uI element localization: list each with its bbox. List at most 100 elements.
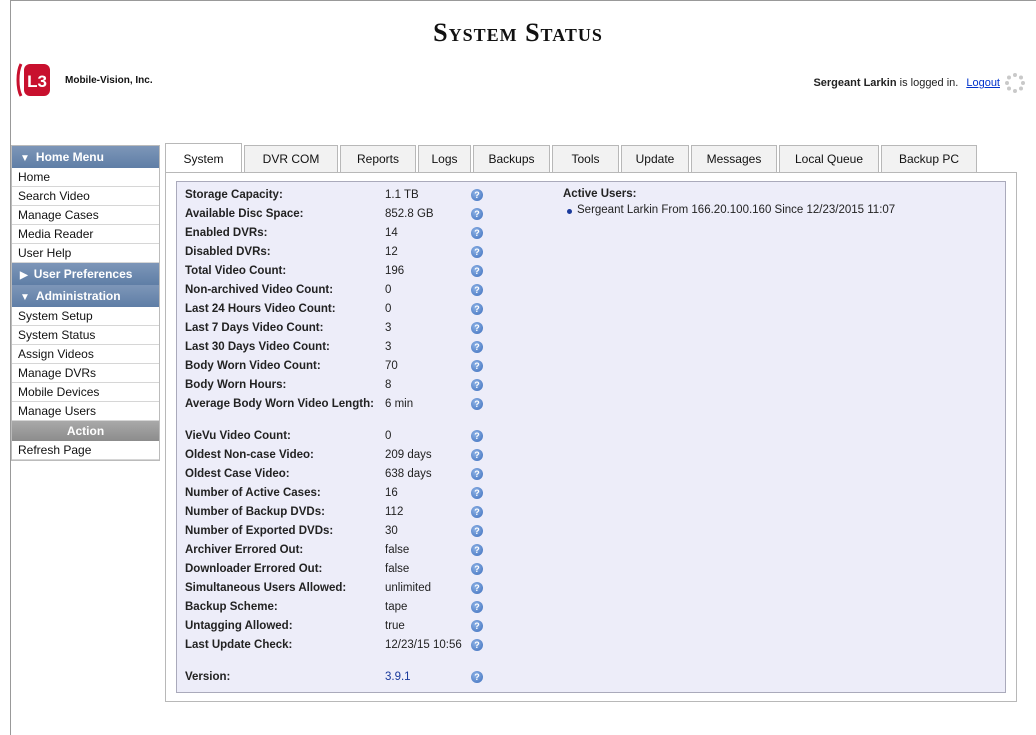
sidebar-item-manage-users[interactable]: Manage Users — [12, 402, 159, 421]
stat-label: Downloader Errored Out: — [185, 563, 323, 575]
bullet-icon — [567, 209, 572, 214]
help-circle-icon[interactable]: ? — [471, 601, 483, 613]
stat-value: 12/23/15 10:56 — [385, 639, 462, 651]
system-status-panel: Storage Capacity: 1.1 TB? Available Disc S… — [176, 181, 1006, 693]
stat-row: Untagging Allowed: true? — [185, 617, 525, 636]
stat-row: Archiver Errored Out: false? — [185, 541, 525, 560]
user-preferences-label: User Preferences — [33, 267, 133, 281]
stat-value: 30 — [385, 525, 398, 537]
home-menu-header[interactable]: ▼ Home Menu — [12, 146, 159, 168]
help-circle-icon[interactable]: ? — [471, 341, 483, 353]
home-menu-label: Home Menu — [35, 150, 104, 164]
company-logo: L3 Mobile-Vision, Inc. — [15, 60, 153, 100]
tab-backup-pc[interactable]: Backup PC — [881, 145, 977, 172]
stat-row: Last 30 Days Video Count: 3? — [185, 338, 525, 357]
stat-row: Backup Scheme: tape? — [185, 598, 525, 617]
sidebar-item-assign-videos[interactable]: Assign Videos — [12, 345, 159, 364]
help-circle-icon[interactable]: ? — [471, 189, 483, 201]
stat-value: 0 — [385, 430, 392, 442]
stat-value: 8 — [385, 379, 392, 391]
tab-dvr-com[interactable]: DVR COM — [244, 145, 338, 172]
collapse-icon: ▼ — [20, 153, 30, 164]
stat-value: unlimited — [385, 582, 432, 594]
stat-value: 196 — [385, 265, 405, 277]
logo-badge-text: L3 — [27, 72, 47, 91]
help-circle-icon[interactable]: ? — [471, 246, 483, 258]
stat-row: Total Video Count: 196? — [185, 262, 525, 281]
help-circle-icon[interactable]: ? — [471, 620, 483, 632]
stat-row: Enabled DVRs: 14? — [185, 224, 525, 243]
sidebar-item-manage-cases[interactable]: Manage Cases — [12, 206, 159, 225]
stat-value: 12 — [385, 246, 398, 258]
stat-label: Last Update Check: — [185, 639, 293, 651]
sidebar-item-refresh-page[interactable]: Refresh Page — [12, 441, 159, 460]
help-circle-icon[interactable]: ? — [471, 303, 483, 315]
active-user-entry: Sergeant Larkin From 166.20.100.160 Sinc… — [563, 204, 1003, 216]
sidebar-item-system-status[interactable]: System Status — [12, 326, 159, 345]
stat-row: Oldest Non-case Video: 209 days? — [185, 446, 525, 465]
stat-row: Last 24 Hours Video Count: 0? — [185, 300, 525, 319]
tab-logs[interactable]: Logs — [418, 145, 471, 172]
help-circle-icon[interactable]: ? — [471, 322, 483, 334]
stat-row: Last Update Check: 12/23/15 10:56? — [185, 636, 525, 668]
help-circle-icon[interactable]: ? — [471, 468, 483, 480]
sidebar-item-user-help[interactable]: User Help — [12, 244, 159, 263]
help-circle-icon[interactable]: ? — [471, 506, 483, 518]
administration-header[interactable]: ▼ Administration — [12, 285, 159, 307]
stat-row: VieVu Video Count: 0? — [185, 427, 525, 446]
stat-row: Storage Capacity: 1.1 TB? — [185, 186, 525, 205]
tab-reports[interactable]: Reports — [340, 145, 416, 172]
help-circle-icon[interactable]: ? — [471, 360, 483, 372]
active-users-title: Active Users: — [563, 188, 637, 200]
tab-local-queue[interactable]: Local Queue — [779, 145, 879, 172]
stat-label: Last 30 Days Video Count: — [185, 341, 330, 353]
tab-system[interactable]: System — [165, 143, 242, 172]
help-circle-icon[interactable]: ? — [471, 398, 483, 410]
stat-row: Number of Exported DVDs: 30? — [185, 522, 525, 541]
help-circle-icon[interactable]: ? — [471, 582, 483, 594]
stat-label: Disabled DVRs: — [185, 246, 271, 258]
stat-value: 70 — [385, 360, 398, 372]
tab-messages[interactable]: Messages — [691, 145, 777, 172]
stat-value: 852.8 GB — [385, 208, 434, 220]
help-circle-icon[interactable]: ? — [471, 227, 483, 239]
stat-label: Storage Capacity: — [185, 189, 283, 201]
logged-in-user: Sergeant Larkin — [813, 77, 897, 89]
stat-label: Body Worn Video Count: — [185, 360, 321, 372]
stat-value: 14 — [385, 227, 398, 239]
stat-label: Version: — [185, 671, 231, 683]
stat-row: Available Disc Space: 852.8 GB? — [185, 205, 525, 224]
sidebar-item-system-setup[interactable]: System Setup — [12, 307, 159, 326]
administration-label: Administration — [35, 289, 121, 303]
stat-row: Average Body Worn Video Length: 6 min? — [185, 395, 525, 427]
sidebar-item-media-reader[interactable]: Media Reader — [12, 225, 159, 244]
help-circle-icon[interactable]: ? — [471, 430, 483, 442]
tab-update[interactable]: Update — [621, 145, 689, 172]
sidebar-item-manage-dvrs[interactable]: Manage DVRs — [12, 364, 159, 383]
help-circle-icon[interactable]: ? — [471, 449, 483, 461]
tab-tools[interactable]: Tools — [552, 145, 619, 172]
help-circle-icon[interactable]: ? — [471, 265, 483, 277]
help-circle-icon[interactable]: ? — [471, 487, 483, 499]
help-circle-icon[interactable]: ? — [471, 379, 483, 391]
stat-value: 3 — [385, 341, 392, 353]
user-preferences-header[interactable]: ▶ User Preferences — [12, 263, 159, 285]
sidebar-item-search-video[interactable]: Search Video — [12, 187, 159, 206]
logout-link[interactable]: Logout — [966, 77, 1000, 89]
help-circle-icon[interactable]: ? — [471, 563, 483, 575]
sidebar-item-mobile-devices[interactable]: Mobile Devices — [12, 383, 159, 402]
help-circle-icon[interactable]: ? — [471, 671, 483, 683]
stat-row: Version: 3.9.1? — [185, 668, 525, 687]
sidebar-item-home[interactable]: Home — [12, 168, 159, 187]
help-circle-icon[interactable]: ? — [471, 284, 483, 296]
stat-label: Simultaneous Users Allowed: — [185, 582, 347, 594]
help-circle-icon[interactable]: ? — [471, 639, 483, 651]
help-circle-icon[interactable]: ? — [471, 208, 483, 220]
tab-backups[interactable]: Backups — [473, 145, 550, 172]
help-circle-icon[interactable]: ? — [471, 525, 483, 537]
stat-row: Simultaneous Users Allowed: unlimited? — [185, 579, 525, 598]
expand-icon: ▶ — [20, 270, 28, 281]
stat-row: Oldest Case Video: 638 days? — [185, 465, 525, 484]
stat-label: Oldest Non-case Video: — [185, 449, 314, 461]
help-circle-icon[interactable]: ? — [471, 544, 483, 556]
